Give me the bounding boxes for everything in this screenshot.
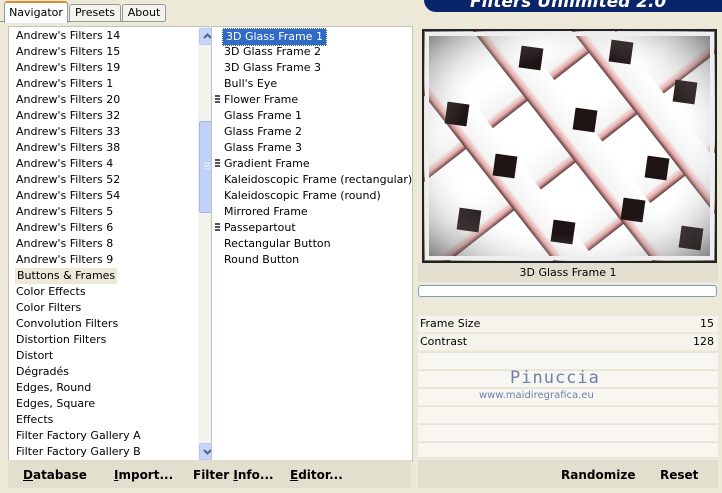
category-item[interactable]: Color Effects [16,284,86,300]
param-frame-size[interactable]: Frame Size 15 [418,316,718,332]
selected-filter-title: 3D Glass Frame 1 [418,263,718,282]
filter-item[interactable]: Flower Frame [224,92,298,108]
category-item[interactable]: Color Filters [16,300,81,316]
filter-info-button[interactable]: Filter Info... [193,460,274,488]
category-item[interactable]: Andrew's Filters 15 [16,44,120,60]
param-label: Frame Size [420,317,481,330]
category-item[interactable]: Andrew's Filters 8 [16,236,113,252]
progress-bar [418,285,717,297]
param-empty-row [418,442,718,457]
filter-item[interactable]: Rectangular Button [224,236,331,252]
category-item[interactable]: Edges, Square [16,396,95,412]
param-empty-row [418,406,718,423]
preview-panel [418,26,718,263]
filter-item[interactable]: Kaleidoscopic Frame (round) [224,188,381,204]
category-item[interactable]: Andrew's Filters 38 [16,140,120,156]
category-list[interactable]: Andrew's Filters 14 Andrew's Filters 15 An… [8,26,216,462]
randomize-button[interactable]: Randomize [561,460,635,488]
filter-item[interactable]: Passepartout [224,220,296,236]
watermark-name: Pinuccia [510,368,600,388]
category-item[interactable]: Filter Factory Gallery B [16,444,141,460]
category-item[interactable]: Andrew's Filters 9 [16,252,113,268]
bottom-toolbar-left: Database Import... Filter Info... Editor… [8,460,411,488]
category-item[interactable]: Edges, Round [16,380,91,396]
filter-item[interactable]: Glass Frame 3 [224,140,302,156]
category-item[interactable]: Andrew's Filters 33 [16,124,120,140]
category-item[interactable]: Dégradés [16,364,69,380]
category-item[interactable]: Andrew's Filters 14 [16,28,120,44]
category-item[interactable]: Andrew's Filters 52 [16,172,120,188]
param-empty-row [418,352,718,369]
filter-item[interactable]: Glass Frame 1 [224,108,302,124]
submenu-marker-icon [215,95,220,106]
app-title: Filters Unlimited 2.0 [470,0,667,12]
param-contrast[interactable]: Contrast 128 [418,334,718,350]
category-item[interactable]: Distortion Filters [16,332,106,348]
param-label: Contrast [420,335,468,348]
filter-item[interactable]: Glass Frame 2 [224,124,302,140]
category-item[interactable]: Effects [16,412,53,428]
category-item[interactable]: Andrew's Filters 19 [16,60,120,76]
filter-item[interactable]: 3D Glass Frame 3 [224,60,321,76]
filter-item[interactable]: 3D Glass Frame 2 [224,44,321,60]
app-banner: Filters Unlimited 2.0 [424,0,722,12]
category-item[interactable]: Andrew's Filters 32 [16,108,120,124]
param-empty-row [418,424,718,441]
editor-button[interactable]: Editor... [290,460,343,488]
category-item[interactable]: Andrew's Filters 4 [16,156,113,172]
category-item[interactable]: Andrew's Filters 5 [16,204,113,220]
submenu-marker-icon [215,159,220,170]
category-item[interactable]: Andrew's Filters 1 [16,76,113,92]
woven-frame-preview-icon [424,31,715,261]
reset-button[interactable]: Reset [660,460,698,488]
category-item[interactable]: Andrew's Filters 54 [16,188,120,204]
import-button[interactable]: Import... [114,460,173,488]
filter-item[interactable]: Mirrored Frame [224,204,308,220]
category-item[interactable]: Andrew's Filters 6 [16,220,113,236]
param-value: 15 [700,317,714,330]
category-item[interactable]: Filter Factory Gallery A [16,428,141,444]
param-value: 128 [693,335,714,348]
filter-item[interactable]: Gradient Frame [224,156,310,172]
filter-item[interactable]: Round Button [224,252,299,268]
database-button[interactable]: Database [23,460,87,488]
category-item[interactable]: Buttons & Frames [15,268,118,284]
category-item[interactable]: Convolution Filters [16,316,118,332]
tab-about[interactable]: About [122,4,166,21]
tab-presets[interactable]: Presets [69,4,121,21]
preview-image [422,29,717,263]
filter-item[interactable]: Kaleidoscopic Frame (rectangular) [224,172,412,188]
submenu-marker-icon [215,223,220,234]
category-item[interactable]: Distort [16,348,53,364]
filter-item[interactable]: Bull's Eye [224,76,277,92]
tab-bar: Navigator Presets About [0,0,420,23]
tab-navigator[interactable]: Navigator [4,1,68,23]
watermark-url: www.maidiregrafica.eu [479,390,594,401]
filter-list[interactable]: 3D Glass Frame 1 3D Glass Frame 2 3D Glass… [211,26,413,462]
bottom-toolbar-right: Randomize Reset [418,460,718,488]
category-item[interactable]: Andrew's Filters 20 [16,92,120,108]
